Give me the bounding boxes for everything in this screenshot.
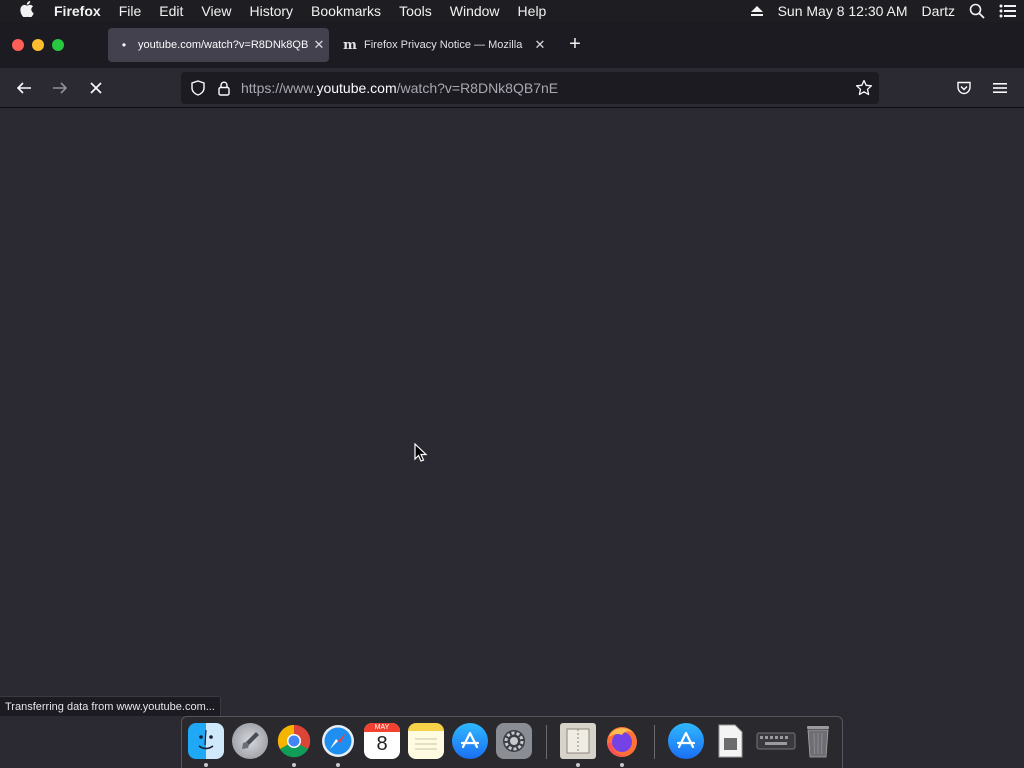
control-center-icon[interactable] bbox=[992, 4, 1024, 18]
stop-x-icon bbox=[90, 82, 102, 94]
running-indicator bbox=[292, 763, 296, 767]
pocket-button[interactable] bbox=[952, 76, 976, 100]
launchpad-icon[interactable] bbox=[232, 723, 268, 759]
calendar-month: MAY bbox=[364, 723, 400, 732]
url-scheme: https://www. bbox=[241, 80, 317, 96]
tab-title: Firefox Privacy Notice — Mozilla bbox=[364, 39, 523, 51]
notes-icon[interactable] bbox=[408, 723, 444, 759]
menubar-clock[interactable]: Sun May 8 12:30 AM bbox=[771, 3, 915, 19]
dock-separator bbox=[546, 725, 547, 759]
menu-help[interactable]: Help bbox=[509, 0, 556, 22]
page-content-area[interactable]: Transferring data from www.youtube.com..… bbox=[0, 108, 1024, 716]
tab-strip: • youtube.com/watch?v=R8DNk8QB7nE ✕ m Fi… bbox=[0, 22, 1024, 68]
tab-close-icon[interactable]: ✕ bbox=[530, 37, 550, 53]
hamburger-menu-icon bbox=[993, 83, 1007, 93]
tracking-protection-shield-icon[interactable] bbox=[189, 79, 207, 97]
new-tab-button[interactable]: + bbox=[565, 34, 585, 56]
apple-menu-icon[interactable] bbox=[0, 0, 54, 22]
macos-dock: MAY 8 bbox=[181, 716, 843, 768]
safari-icon[interactable] bbox=[320, 723, 356, 759]
running-indicator bbox=[336, 763, 340, 767]
arrow-right-icon bbox=[53, 82, 68, 94]
mozilla-favicon-icon: m bbox=[343, 37, 357, 53]
menu-app-name[interactable]: Firefox bbox=[54, 0, 110, 22]
menu-tools[interactable]: Tools bbox=[390, 0, 441, 22]
firefox-icon[interactable] bbox=[604, 723, 640, 759]
url-text[interactable]: https://www.youtube.com/watch?v=R8DNk8QB… bbox=[241, 80, 558, 96]
tab-firefox-privacy-notice[interactable]: m Firefox Privacy Notice — Mozilla ✕ bbox=[334, 28, 550, 62]
archive-icon[interactable] bbox=[560, 723, 596, 759]
menu-history[interactable]: History bbox=[240, 0, 302, 22]
menu-window[interactable]: Window bbox=[441, 0, 509, 22]
eject-icon[interactable] bbox=[743, 5, 771, 17]
mouse-pointer-icon bbox=[414, 443, 428, 462]
trash-icon[interactable] bbox=[800, 723, 836, 759]
bookmark-star-icon[interactable] bbox=[855, 79, 873, 102]
back-button[interactable] bbox=[12, 76, 36, 100]
url-bar[interactable]: https://www.youtube.com/watch?v=R8DNk8QB… bbox=[181, 72, 879, 104]
running-indicator bbox=[576, 763, 580, 767]
menu-bookmarks[interactable]: Bookmarks bbox=[302, 0, 390, 22]
menu-view[interactable]: View bbox=[192, 0, 240, 22]
loading-dot-icon: • bbox=[121, 38, 127, 52]
window-zoom-button[interactable] bbox=[52, 39, 64, 51]
stop-loading-button[interactable] bbox=[84, 76, 108, 100]
pocket-icon bbox=[957, 81, 971, 95]
tab-youtube[interactable]: • youtube.com/watch?v=R8DNk8QB7nE ✕ bbox=[108, 28, 329, 62]
spotlight-search-icon[interactable] bbox=[962, 3, 992, 19]
preview-icon[interactable] bbox=[712, 723, 748, 759]
calendar-icon[interactable]: MAY 8 bbox=[364, 723, 400, 759]
window-minimize-button[interactable] bbox=[32, 39, 44, 51]
macos-menubar: Firefox File Edit View History Bookmarks… bbox=[0, 0, 1024, 22]
menubar-user[interactable]: Dartz bbox=[915, 3, 962, 19]
app-store-downloads-icon[interactable] bbox=[668, 723, 704, 759]
system-preferences-icon[interactable] bbox=[496, 723, 532, 759]
menu-edit[interactable]: Edit bbox=[150, 0, 192, 22]
finder-icon[interactable] bbox=[188, 723, 224, 759]
dock-separator bbox=[654, 725, 655, 759]
navigation-toolbar: https://www.youtube.com/watch?v=R8DNk8QB… bbox=[0, 68, 1024, 108]
url-path: /watch?v=R8DNk8QB7nE bbox=[396, 80, 559, 96]
keyboard-icon[interactable] bbox=[756, 723, 796, 759]
forward-button[interactable] bbox=[48, 76, 72, 100]
app-store-icon[interactable] bbox=[452, 723, 488, 759]
url-host: youtube.com bbox=[316, 80, 397, 96]
app-menu-button[interactable] bbox=[988, 76, 1012, 100]
running-indicator bbox=[204, 763, 208, 767]
running-indicator bbox=[620, 763, 624, 767]
status-bar: Transferring data from www.youtube.com..… bbox=[0, 696, 221, 716]
calendar-day: 8 bbox=[376, 733, 388, 755]
tab-title: youtube.com/watch?v=R8DNk8QB7nE bbox=[138, 39, 309, 51]
tab-close-icon[interactable]: ✕ bbox=[309, 37, 329, 53]
lock-icon[interactable] bbox=[215, 79, 233, 97]
arrow-left-icon bbox=[16, 82, 31, 94]
window-close-button[interactable] bbox=[12, 39, 24, 51]
menu-file[interactable]: File bbox=[110, 0, 151, 22]
chrome-icon[interactable] bbox=[276, 723, 312, 759]
